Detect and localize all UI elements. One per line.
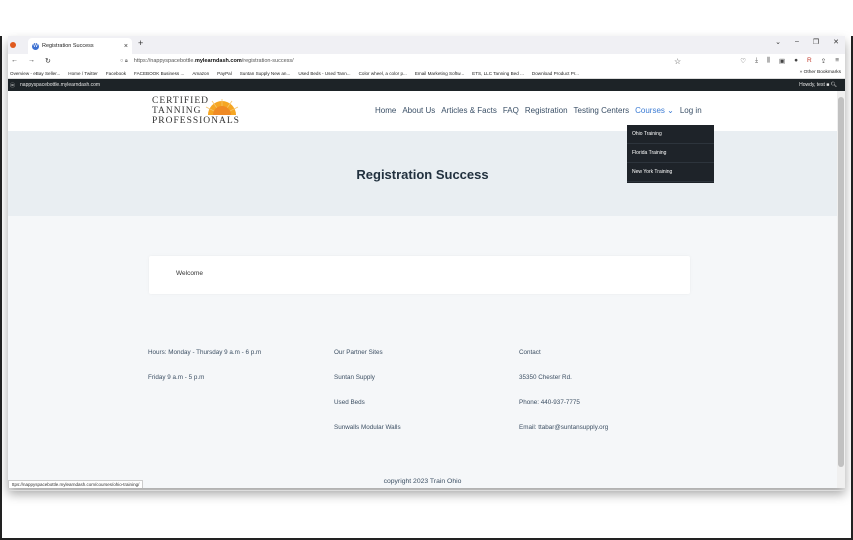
howdy-user[interactable]: Howdy, test ■ 🔍︎ (799, 82, 837, 88)
website: CERTIFIED TANNING PROFESSIONALS Home Abo… (8, 91, 837, 488)
download-icon[interactable]: ⤓ (755, 57, 758, 65)
restore-button[interactable]: ❐ (813, 38, 819, 46)
browser-tab[interactable]: W Registration Success × (28, 38, 132, 54)
welcome-card: Welcome (149, 256, 690, 294)
browser-window: W Registration Success × + ⌄ – ❐ ✕ ← → ↻… (8, 36, 845, 488)
dropdown-item-new-york[interactable]: New York Training (627, 163, 714, 182)
footer-link-used-beds[interactable]: Used Beds (334, 399, 401, 424)
status-bar-url: ttps://nappyspacebottle.mylearndash.com/… (8, 480, 144, 488)
bookmark-item[interactable]: Home / Twitter (68, 71, 98, 76)
sun-logo-icon (205, 99, 239, 115)
navigation-bar: ← → ↻ ○ 🔒︎ https://nappyspacebottle.mylea… (8, 54, 845, 68)
footer-hours-line: Hours: Monday - Thursday 9 a.m - 6 p.m (148, 349, 262, 356)
footer-link-sunwalls[interactable]: Sunwalls Modular Walls (334, 424, 401, 449)
menu-faq[interactable]: FAQ (503, 106, 519, 115)
menu-articles[interactable]: Articles & Facts (441, 106, 497, 115)
footer-link-suntan-supply[interactable]: Suntan Supply (334, 374, 401, 399)
bookmarks-bar: Overview - eBay Seller... Home / Twitter… (8, 68, 845, 79)
dropdown-item-ohio[interactable]: Ohio Training (627, 125, 714, 144)
chevron-down-icon[interactable]: ⌄ (775, 38, 781, 46)
toolbar-icons: ♡ ⤓ ⫼ ▣ ● R ⇪ ≡ (740, 57, 839, 65)
url-domain: mylearndash.com (194, 57, 242, 64)
library-icon[interactable]: ⫼ (767, 57, 770, 65)
profile-icon[interactable]: R (807, 57, 812, 65)
howdy-label: Howdy, test (799, 82, 825, 88)
courses-dropdown: Ohio Training Florida Training New York … (627, 125, 714, 183)
bookmark-item[interactable]: Amazon (192, 71, 209, 76)
footer-phone: Phone: 440-937-7775 (519, 399, 580, 406)
pocket-icon[interactable]: ♡ (740, 57, 746, 65)
reload-button[interactable]: ↻ (45, 57, 51, 65)
other-bookmarks-label: Other Bookmarks (803, 70, 841, 75)
footer-hours: Hours: Monday - Thursday 9 a.m - 6 p.m F… (148, 349, 261, 399)
footer-partners: Our Partner Sites Suntan Supply Used Bed… (334, 349, 401, 449)
footer-hours-line: Friday 9 a.m - 5 p.m (148, 374, 205, 381)
footer-contact-heading: Contact (519, 349, 541, 356)
tab-bar: W Registration Success × + ⌄ – ❐ ✕ (8, 36, 845, 54)
logo-line-3: PROFESSIONALS (152, 116, 240, 126)
tab-title: Registration Success (42, 43, 94, 49)
close-window-button[interactable]: ✕ (833, 38, 839, 46)
url-prefix: https://nappyspacebottle. (133, 57, 195, 64)
welcome-text: Welcome (176, 270, 203, 277)
close-tab-icon[interactable]: × (124, 43, 128, 50)
sidebar-icon[interactable]: ▣ (779, 57, 785, 65)
main-menu: Home About Us Articles & Facts FAQ Regis… (375, 106, 702, 115)
new-tab-button[interactable]: + (138, 38, 143, 48)
admin-site-link[interactable]: nappyspacebottle.mylearndash.com (20, 82, 100, 88)
footer-email[interactable]: Email: ttabar@suntansupply.org (519, 424, 608, 449)
extension-icon[interactable]: ● (794, 57, 798, 65)
window-controls: ⌄ – ❐ ✕ (775, 38, 839, 46)
menu-registration[interactable]: Registration (525, 106, 568, 115)
bookmark-item[interactable]: PayPal (217, 71, 232, 76)
outer-margin (0, 0, 853, 36)
back-button[interactable]: ← (11, 57, 18, 65)
menu-testing-centers[interactable]: Testing Centers (574, 106, 630, 115)
wordpress-icon: W (32, 42, 39, 50)
firefox-icon (10, 42, 16, 48)
other-bookmarks[interactable]: » Other Bookmarks (800, 70, 841, 75)
dropdown-item-florida[interactable]: Florida Training (627, 144, 714, 163)
footer-contact: Contact 35350 Chester Rd. Phone: 440-937… (519, 349, 608, 449)
menu-login[interactable]: Log in (680, 106, 702, 115)
menu-home[interactable]: Home (375, 106, 396, 115)
bookmark-item[interactable]: Color wheel, a color p... (359, 71, 407, 76)
bookmark-item[interactable]: Download Product Pr... (532, 71, 579, 76)
scrollbar-thumb[interactable] (838, 97, 844, 467)
bookmark-item[interactable]: Used Beds - Used Tann... (298, 71, 350, 76)
url-path: /registration-success/ (241, 57, 294, 64)
footer-partners-heading: Our Partner Sites (334, 349, 383, 356)
footer-address: 35350 Chester Rd. (519, 374, 572, 381)
lock-icon: ○ 🔒︎ (120, 57, 128, 64)
menu-icon[interactable]: ≡ (835, 57, 839, 65)
bookmark-item[interactable]: Suntan Supply New an... (240, 71, 291, 76)
menu-about[interactable]: About Us (402, 106, 435, 115)
share-icon[interactable]: ⇪ (821, 57, 826, 65)
search-icon[interactable]: 🔍︎ (831, 82, 837, 88)
bookmark-item[interactable]: Email Marketing Softw... (415, 71, 464, 76)
divider (8, 490, 845, 491)
wp-admin-bar: ⓦ nappyspacebottle.mylearndash.com Howdy… (8, 79, 845, 91)
bookmark-star-icon[interactable]: ☆ (674, 57, 681, 66)
wordpress-admin-icon[interactable]: ⓦ (10, 82, 15, 89)
bookmark-item[interactable]: ETS, LLC Tanning Bed ... (472, 71, 524, 76)
forward-button[interactable]: → (28, 57, 35, 65)
bookmark-item[interactable]: Facebook (106, 71, 126, 76)
minimize-button[interactable]: – (795, 38, 799, 46)
url-field[interactable]: ○ 🔒︎ https://nappyspacebottle.mylearndash… (120, 58, 294, 65)
bookmark-item[interactable]: FACEBOOK Business ... (134, 71, 184, 76)
menu-courses[interactable]: Courses ⌄ (635, 106, 674, 115)
bookmark-item[interactable]: Overview - eBay Seller... (10, 71, 60, 76)
